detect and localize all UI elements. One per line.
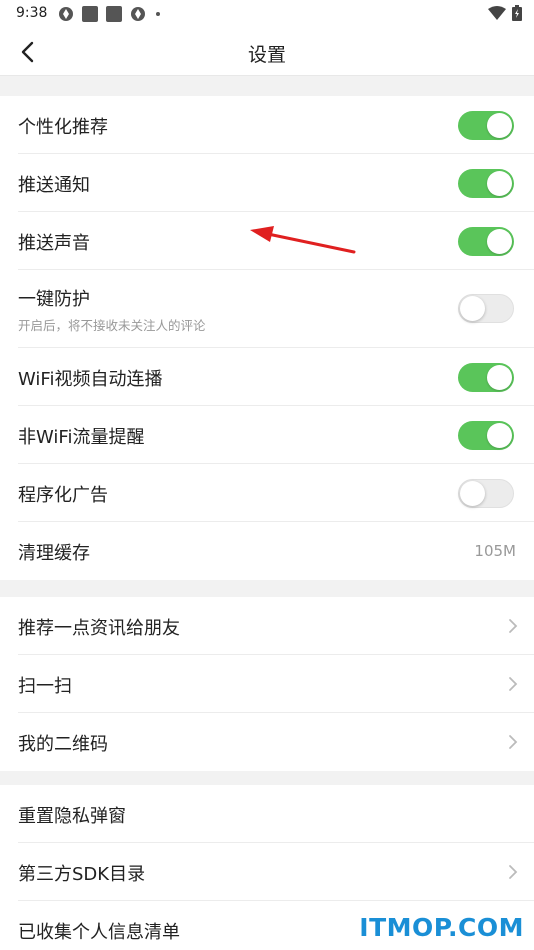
battery-icon xyxy=(512,5,522,21)
setting-clear-cache[interactable]: 清理缓存 105M xyxy=(18,522,534,580)
setting-label: 推送通知 xyxy=(18,175,90,196)
app-notification-icon xyxy=(59,7,73,21)
page-title: 设置 xyxy=(247,44,286,66)
system-icons xyxy=(488,5,522,21)
setting-one-key-protection: 一键防护 开启后，将不接收未关注人的评论 xyxy=(18,270,534,348)
setting-label: 程序化广告 xyxy=(18,485,108,506)
one-key-protection-toggle[interactable] xyxy=(458,294,514,323)
status-time: 9:38 xyxy=(16,5,48,21)
setting-label: 第三方SDK目录 xyxy=(18,864,146,885)
setting-label: 扫一扫 xyxy=(18,676,72,697)
setting-description: 开启后，将不接收未关注人的评论 xyxy=(18,318,206,333)
setting-personalized-recommendation: 个性化推荐 xyxy=(18,96,534,154)
push-sound-toggle[interactable] xyxy=(458,227,514,256)
settings-section-share: 推荐一点资讯给朋友 扫一扫 我的二维码 xyxy=(0,597,534,771)
navigation-bar: 设置 xyxy=(0,28,534,76)
cache-size-value: 105M xyxy=(474,542,516,560)
status-bar: 9:38 xyxy=(0,0,534,28)
wifi-video-autoplay-toggle[interactable] xyxy=(458,363,514,392)
setting-programmatic-ads: 程序化广告 xyxy=(18,464,534,522)
third-party-sdk-list-item[interactable]: 第三方SDK目录 xyxy=(18,843,534,901)
more-notifications-dot-icon xyxy=(156,12,160,16)
non-wifi-data-alert-toggle[interactable] xyxy=(458,421,514,450)
settings-section-preferences: 个性化推荐 推送通知 推送声音 一键防护 开启后，将不接收未关注人的评论 WiF… xyxy=(0,96,534,580)
wifi-icon xyxy=(488,6,506,20)
personalized-recommendation-toggle[interactable] xyxy=(458,111,514,140)
annotation-arrow-icon xyxy=(250,226,356,254)
recommend-to-friends-item[interactable]: 推荐一点资讯给朋友 xyxy=(18,597,534,655)
setting-label: 非WiFi流量提醒 xyxy=(18,427,145,448)
setting-push-notification: 推送通知 xyxy=(18,154,534,212)
my-qr-code-item[interactable]: 我的二维码 xyxy=(18,713,534,771)
setting-label: 已收集个人信息清单 xyxy=(18,922,180,943)
chevron-right-icon xyxy=(509,619,518,633)
reset-privacy-popup-item[interactable]: 重置隐私弹窗 xyxy=(18,785,534,843)
setting-label: 重置隐私弹窗 xyxy=(18,806,126,827)
setting-label: WiFi视频自动连播 xyxy=(18,369,163,390)
setting-label: 推送声音 xyxy=(18,233,90,254)
chevron-right-icon xyxy=(509,677,518,691)
setting-wifi-video-autoplay: WiFi视频自动连播 xyxy=(18,348,534,406)
app-notification-icon xyxy=(131,7,145,21)
setting-label: 我的二维码 xyxy=(18,734,108,755)
chevron-right-icon xyxy=(509,735,518,749)
setting-label: 推荐一点资讯给朋友 xyxy=(18,618,180,639)
notification-icons xyxy=(58,6,160,22)
image-notification-icon xyxy=(82,6,98,22)
image-notification-icon xyxy=(106,6,122,22)
watermark-logo: ITMOP.COM xyxy=(359,913,524,942)
setting-label: 一键防护 xyxy=(18,289,90,310)
setting-non-wifi-data-alert: 非WiFi流量提醒 xyxy=(18,406,534,464)
chevron-right-icon xyxy=(509,865,518,879)
programmatic-ads-toggle[interactable] xyxy=(458,479,514,508)
setting-label: 清理缓存 xyxy=(18,543,90,564)
scan-item[interactable]: 扫一扫 xyxy=(18,655,534,713)
push-notification-toggle[interactable] xyxy=(458,169,514,198)
setting-label: 个性化推荐 xyxy=(18,117,108,138)
